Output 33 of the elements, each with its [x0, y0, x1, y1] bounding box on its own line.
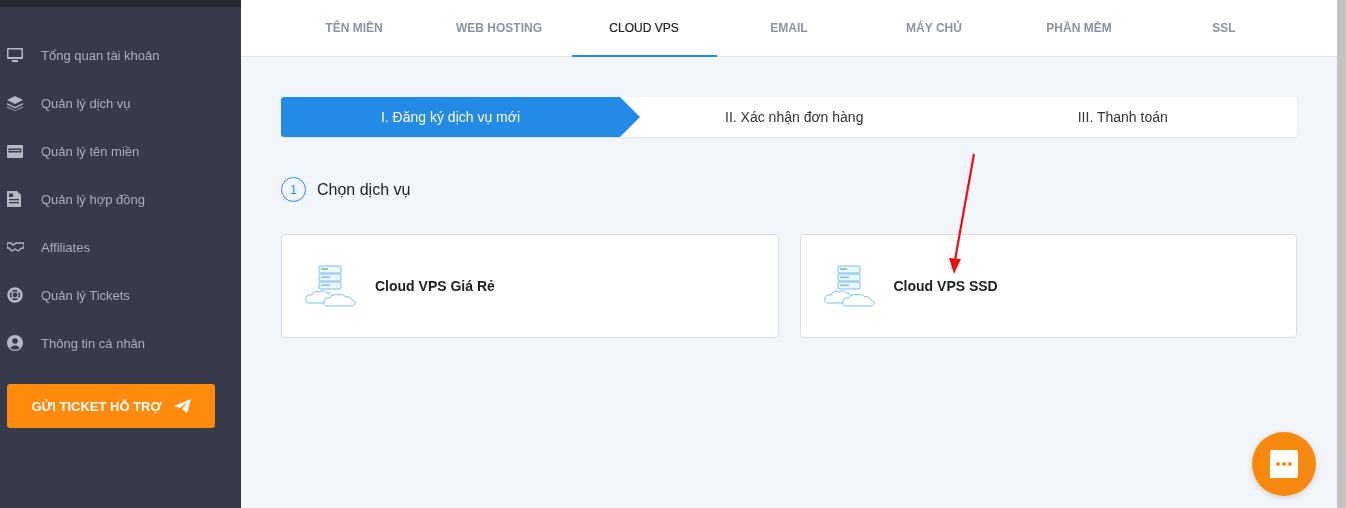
- service-card[interactable]: Cloud VPS SSD: [799, 234, 1297, 338]
- service-name: Cloud VPS SSD: [893, 278, 998, 294]
- nav-tab[interactable]: PHẦN MỀM: [1006, 0, 1152, 57]
- chat-bubble-icon: [1270, 450, 1298, 478]
- user-icon: [7, 335, 23, 351]
- sidebar-item[interactable]: Tổng quan tài khoản: [41, 47, 160, 63]
- lifebuoy-icon: [7, 287, 23, 303]
- sidebar-item[interactable]: Quản lý dịch vụ: [41, 95, 131, 111]
- server-cloud-icon: [823, 265, 876, 307]
- step-label: II. Xác nhận đơn hàng: [724, 108, 865, 127]
- sidebar-item[interactable]: Quản lý tên miền: [41, 143, 140, 159]
- paper-plane-icon: [173, 399, 191, 413]
- document-icon: [7, 191, 21, 207]
- browser-card-icon: [7, 144, 23, 158]
- sidebar-item[interactable]: Thông tin cá nhân: [41, 335, 146, 351]
- nav-tab[interactable]: EMAIL: [716, 0, 862, 57]
- nav-tab[interactable]: CLOUD VPS: [571, 0, 717, 57]
- service-card[interactable]: Cloud VPS Giá Rẻ: [281, 234, 779, 338]
- step-label: III. Thanh toán: [1076, 108, 1169, 127]
- sidebar-item[interactable]: Quản lý Tickets: [41, 287, 130, 303]
- nav-tab[interactable]: TÊN MIỀN: [281, 0, 427, 57]
- nav-tab[interactable]: MÁY CHỦ: [861, 0, 1007, 57]
- layers-icon: [7, 95, 23, 111]
- scrollbar[interactable]: [1337, 0, 1346, 508]
- monitor-icon: [7, 48, 23, 62]
- nav-tab[interactable]: SSL: [1151, 0, 1297, 57]
- handshake-icon: [7, 242, 24, 252]
- section-title: Chọn dịch vụ: [317, 180, 411, 199]
- server-cloud-icon: [305, 265, 357, 307]
- nav-tab[interactable]: WEB HOSTING: [426, 0, 572, 57]
- sidebar-item[interactable]: Quản lý hợp đồng: [41, 191, 145, 207]
- service-name: Cloud VPS Giá Rẻ: [375, 278, 495, 294]
- sidebar-item[interactable]: Affiliates: [41, 239, 90, 255]
